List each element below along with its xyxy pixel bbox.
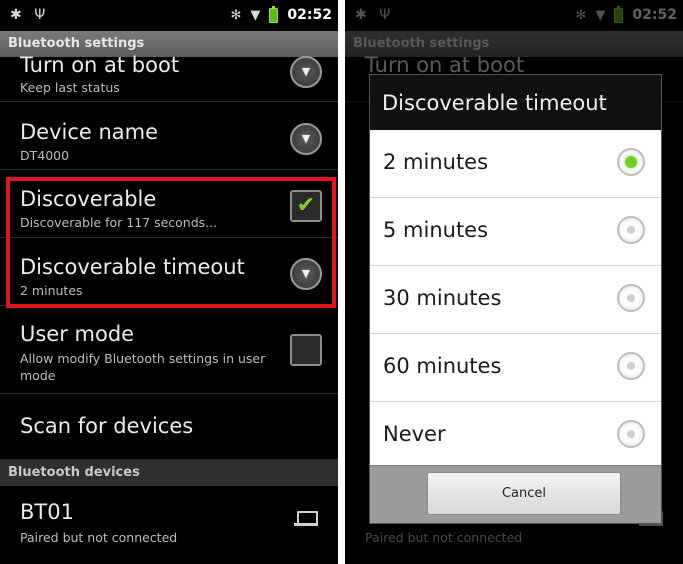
pref-summary: Keep last status bbox=[20, 80, 120, 95]
pref-title: Device name bbox=[20, 120, 159, 144]
discoverable-checkbox[interactable]: ✔ bbox=[290, 190, 322, 222]
pref-discoverable-timeout[interactable]: Discoverable timeout 2 minutes ▼ bbox=[0, 238, 338, 306]
user-mode-checkbox[interactable] bbox=[290, 334, 322, 366]
option-never[interactable]: Never bbox=[370, 402, 661, 470]
laptop-icon bbox=[294, 511, 318, 527]
pref-title: Discoverable timeout bbox=[20, 255, 245, 279]
option-2-minutes[interactable]: 2 minutes bbox=[370, 130, 661, 198]
dialog-title: Discoverable timeout bbox=[370, 75, 661, 130]
dialog-button-bar: Cancel bbox=[370, 465, 661, 523]
preference-list: Turn on at boot Keep last status ▼ Devic… bbox=[0, 53, 338, 564]
option-30-minutes[interactable]: 30 minutes bbox=[370, 266, 661, 334]
status-time: 02:52 bbox=[287, 7, 332, 23]
pref-title: Scan for devices bbox=[20, 414, 194, 438]
timeout-dialog-screen: ✱ Ψ ✻ ▼ 02:52 Bluetooth settings Turn on… bbox=[345, 0, 683, 564]
radio-button-selected[interactable] bbox=[617, 148, 645, 176]
section-header: Bluetooth devices bbox=[0, 460, 338, 486]
pref-summary: DT4000 bbox=[20, 148, 70, 163]
pref-title: Discoverable bbox=[20, 187, 157, 211]
chevron-down-icon: ▼ bbox=[290, 123, 322, 155]
wifi-icon: ▼ bbox=[250, 7, 261, 23]
radio-button[interactable] bbox=[617, 284, 645, 312]
option-label: Never bbox=[383, 422, 446, 446]
pref-turn-on-at-boot[interactable]: Turn on at boot Keep last status ▼ bbox=[0, 35, 338, 102]
option-5-minutes[interactable]: 5 minutes bbox=[370, 198, 661, 266]
pref-user-mode[interactable]: User mode Allow modify Bluetooth setting… bbox=[0, 306, 338, 394]
radio-button[interactable] bbox=[617, 216, 645, 244]
radio-button[interactable] bbox=[617, 420, 645, 448]
pref-summary: Allow modify Bluetooth settings in user … bbox=[20, 351, 266, 383]
pref-discoverable[interactable]: Discoverable Discoverable for 117 second… bbox=[0, 170, 338, 238]
option-label: 30 minutes bbox=[383, 286, 502, 310]
bluetooth-icon: ✻ bbox=[230, 7, 242, 23]
chevron-down-icon: ▼ bbox=[290, 56, 322, 88]
option-label: 2 minutes bbox=[383, 150, 489, 174]
device-name: BT01 bbox=[20, 500, 74, 524]
bluetooth-settings-screen: ✱ Ψ ✻ ▼ 02:52 Bluetooth settings Turn on… bbox=[0, 0, 338, 564]
device-status: Paired but not connected bbox=[20, 530, 178, 545]
usb-icon: Ψ bbox=[34, 7, 46, 23]
battery-icon bbox=[269, 5, 279, 23]
status-bar: ✱ Ψ ✻ ▼ 02:52 bbox=[0, 0, 338, 31]
android-debug-icon: ✱ bbox=[10, 7, 22, 23]
discoverable-timeout-dialog: Discoverable timeout 2 minutes 5 minutes… bbox=[369, 74, 662, 524]
pref-title: Turn on at boot bbox=[20, 53, 180, 77]
pref-title: User mode bbox=[20, 322, 135, 346]
device-item-bt01[interactable]: BT01 Paired but not connected bbox=[0, 486, 338, 556]
cancel-button[interactable]: Cancel bbox=[427, 472, 621, 515]
pref-summary: 2 minutes bbox=[20, 283, 83, 298]
chevron-down-icon: ▼ bbox=[290, 258, 322, 290]
option-label: 60 minutes bbox=[383, 354, 502, 378]
radio-button[interactable] bbox=[617, 352, 645, 380]
option-label: 5 minutes bbox=[383, 218, 489, 242]
option-60-minutes[interactable]: 60 minutes bbox=[370, 334, 661, 402]
pref-device-name[interactable]: Device name DT4000 ▼ bbox=[0, 102, 338, 170]
pref-summary: Discoverable for 117 seconds... bbox=[20, 215, 218, 230]
pref-scan-for-devices[interactable]: Scan for devices bbox=[0, 394, 338, 460]
